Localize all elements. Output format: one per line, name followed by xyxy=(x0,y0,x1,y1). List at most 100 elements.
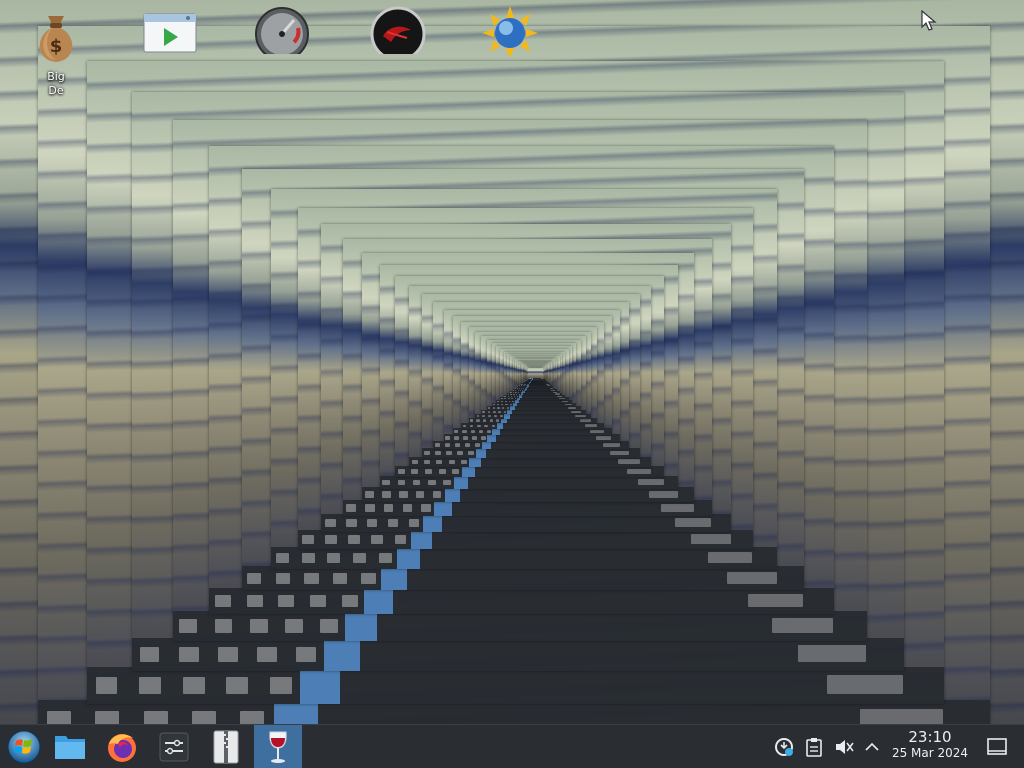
money-bag-icon: $ xyxy=(39,16,73,62)
feedback-frame-task-mark xyxy=(454,430,459,434)
feedback-frame-task-mark xyxy=(498,410,501,413)
feedback-frame-task-mark xyxy=(383,504,394,512)
clock-date: 25 Mar 2024 xyxy=(891,746,969,760)
digital-clock[interactable]: 23:10 25 Mar 2024 xyxy=(884,729,976,761)
feedback-frame-task-mark xyxy=(446,451,452,456)
feedback-frame-task-mark xyxy=(346,504,356,512)
feedback-frame-task-mark xyxy=(478,430,483,434)
feedback-frame-task-mark xyxy=(325,518,336,527)
taskbar-file-manager[interactable] xyxy=(46,725,94,768)
tray-expand[interactable] xyxy=(861,736,883,758)
feedback-frame-taskbar xyxy=(395,465,665,478)
feedback-frame-task-mark xyxy=(346,518,357,527)
desktop-icon-big-money[interactable]: $ Big De xyxy=(20,10,92,110)
feedback-frame-task-mark xyxy=(412,479,421,486)
svg-text:$: $ xyxy=(50,36,63,57)
feedback-frame-task-mark xyxy=(506,407,510,409)
clock-time: 23:10 xyxy=(908,728,952,746)
feedback-frame-task-mark xyxy=(504,413,510,419)
feedback-frame-task-mark xyxy=(462,430,467,434)
feedback-frame-task-mark xyxy=(296,646,317,662)
feedback-frame-clock-mark xyxy=(637,479,664,486)
feedback-frame-task-mark xyxy=(504,400,507,403)
feedback-frame-task-mark xyxy=(452,469,460,475)
feedback-frame-clock-mark xyxy=(564,403,573,406)
feedback-frame-taskbar xyxy=(362,487,695,502)
feedback-frame-task-mark xyxy=(512,400,515,403)
feedback-frame-task-mark xyxy=(507,398,510,400)
feedback-frame-task-mark xyxy=(531,378,533,380)
feedback-frame-task-mark xyxy=(470,430,475,434)
feedback-frame-task-mark xyxy=(276,552,289,563)
feedback-frame-clock-mark xyxy=(771,618,833,633)
feedback-frame-task-mark xyxy=(519,395,522,398)
feedback-frame-task-mark xyxy=(481,441,492,450)
feedback-frame-task-mark xyxy=(522,391,525,394)
feedback-frame-task-mark xyxy=(500,417,507,424)
feedback-frame-task-mark xyxy=(515,389,517,391)
feedback-frame-task-mark xyxy=(492,403,495,406)
archive-zipper-icon xyxy=(213,730,239,764)
feedback-frame-task-mark xyxy=(95,676,118,694)
feedback-frame-task-mark xyxy=(396,546,421,569)
feedback-frame-taskbar xyxy=(452,428,612,436)
feedback-frame-taskbar xyxy=(468,417,598,424)
feedback-frame-clock-mark xyxy=(589,429,604,434)
feedback-frame-task-mark xyxy=(397,479,406,486)
feedback-frame-clock-mark xyxy=(579,419,591,422)
feedback-frame-task-mark xyxy=(371,535,383,544)
feedback-frame-task-mark xyxy=(363,587,394,615)
taskbar-archiver[interactable] xyxy=(202,725,250,768)
feedback-frame-task-mark xyxy=(489,419,493,422)
taskbar-wine[interactable] xyxy=(254,725,302,768)
feedback-frame-clock-mark xyxy=(561,400,569,403)
feedback-frame-task-mark xyxy=(513,393,515,395)
feedback-frame-task-mark xyxy=(246,594,263,608)
taskbar-firefox[interactable] xyxy=(98,725,146,768)
feedback-frame-task-mark xyxy=(476,414,480,418)
feedback-frame-task-mark xyxy=(507,409,513,415)
feedback-frame-task-mark xyxy=(515,387,517,389)
feedback-frame-task-mark xyxy=(491,424,496,428)
red-disc-icon xyxy=(370,6,426,54)
feedback-frame-task-mark xyxy=(361,572,376,584)
clipboard-icon xyxy=(806,738,822,757)
taskbar-settings[interactable] xyxy=(150,725,198,768)
chevron-up-icon xyxy=(865,742,879,751)
feedback-frame-taskbar xyxy=(297,529,754,550)
feedback-frame-task-mark xyxy=(332,572,348,584)
feedback-frame-task-mark xyxy=(517,397,521,401)
feedback-frame-taskbar xyxy=(433,441,630,450)
feedback-frame-task-mark xyxy=(310,594,327,608)
tray-volume[interactable] xyxy=(833,736,855,758)
show-desktop-icon[interactable] xyxy=(986,736,1008,758)
taskbar: 23:10 25 Mar 2024 xyxy=(0,724,1024,768)
start-menu-button[interactable] xyxy=(0,725,48,768)
feedback-frame-clock-mark xyxy=(675,518,712,527)
feedback-frame-task-mark xyxy=(472,436,477,440)
feedback-frame-task-mark xyxy=(416,491,425,498)
feedback-frame-task-mark xyxy=(502,407,505,409)
feedback-frame-clock-mark xyxy=(627,468,652,475)
feedback-frame-task-mark xyxy=(460,459,467,465)
tray-clipboard[interactable] xyxy=(803,736,825,758)
settings-mixer-icon xyxy=(159,732,189,762)
feedback-frame-task-mark xyxy=(521,387,523,389)
feedback-frame-taskbar xyxy=(509,391,560,394)
speedometer-icon xyxy=(255,7,309,54)
mouse-cursor-icon xyxy=(921,10,937,31)
feedback-frame-task-mark xyxy=(492,428,500,436)
feedback-frame-taskbar xyxy=(421,448,640,458)
feedback-frame-task-mark xyxy=(397,469,405,475)
feedback-frame-task-mark xyxy=(509,403,512,406)
feedback-frame-taskbar xyxy=(321,514,732,532)
feedback-frame-task-mark xyxy=(504,398,507,400)
feedback-frame-taskbar xyxy=(507,392,563,396)
feedback-frame-task-mark xyxy=(215,594,231,608)
feedback-frame-task-mark xyxy=(477,424,481,428)
feedback-frame-task-mark xyxy=(402,504,413,512)
tray-updates[interactable] xyxy=(773,736,795,758)
feedback-frame-task-mark xyxy=(507,395,510,397)
feedback-frame-taskbar xyxy=(461,422,605,429)
feedback-frame-task-mark xyxy=(469,424,474,428)
